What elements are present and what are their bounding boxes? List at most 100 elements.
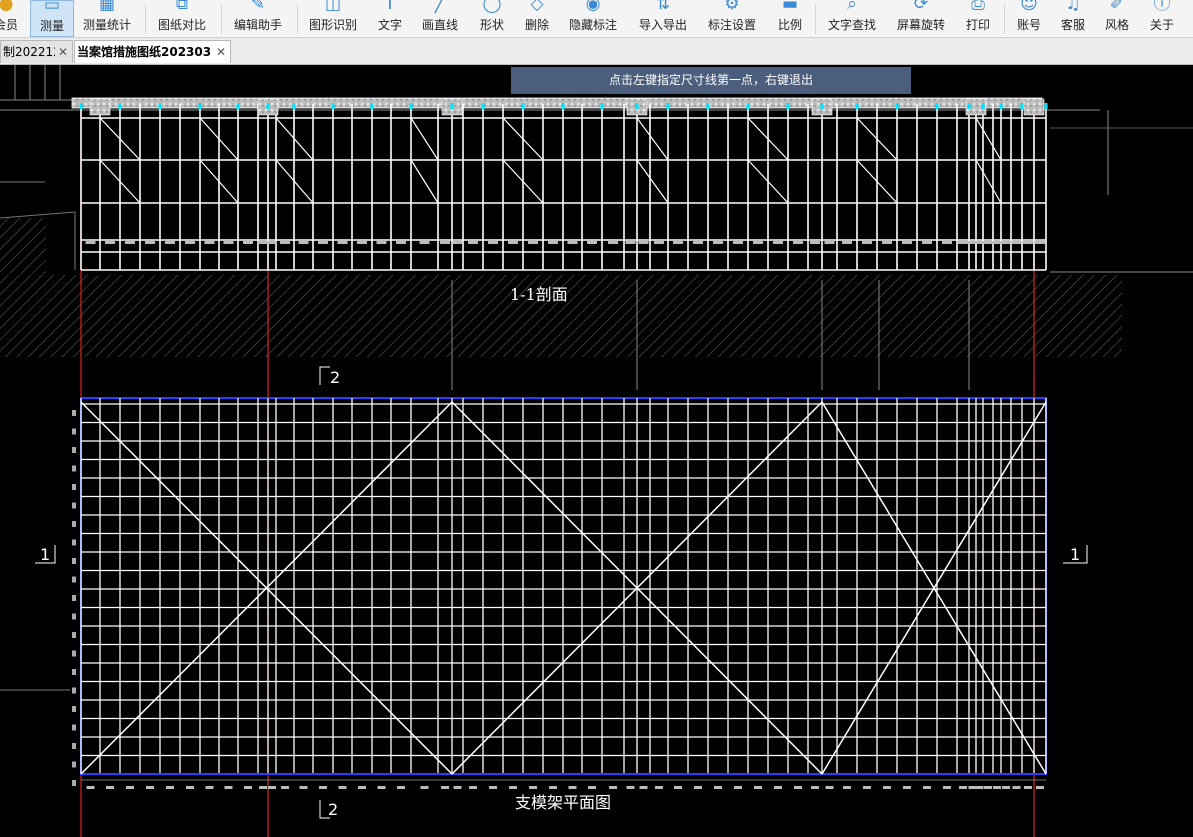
section-dimension-mark: [824, 241, 835, 244]
plan-dimension-mark: [1012, 786, 1021, 789]
toolbar-print-button[interactable]: ⎙ 打印: [958, 0, 998, 37]
toolbar-hide-annotations-button[interactable]: ◉ 隐藏标注: [562, 0, 624, 37]
plan-dimension-mark: [655, 786, 663, 789]
plan-dimension-mark: [268, 786, 276, 789]
plan-dimension-mark: [568, 786, 577, 789]
section-dimension-mark: [165, 241, 175, 244]
section-dimension-mark: [992, 241, 1002, 244]
tab-drawing-2[interactable]: 当案馆措施图纸202303 ✕: [74, 40, 231, 63]
plan-dimension-tick: [72, 687, 76, 694]
plan-dimension-tick: [72, 521, 76, 527]
toolbar-compare-button[interactable]: ⧉ 图纸对比: [152, 0, 212, 37]
section-dimension-mark: [810, 241, 820, 244]
section-jack-head: [409, 103, 413, 109]
plan-dimension-mark: [259, 786, 267, 789]
section-beam-block: [89, 98, 111, 116]
toolbar-delete-button[interactable]: ◇ 删除: [517, 0, 557, 37]
section-dimension-mark: [773, 241, 783, 244]
toolbar-separator: [815, 4, 816, 34]
toolbar-import-export-button[interactable]: ⇅ 导入导出: [632, 0, 694, 37]
plan-dimension-tick: [72, 613, 76, 620]
plan-dimension-tick: [72, 410, 76, 416]
line-icon: ╱: [434, 0, 446, 14]
section-dimension-mark: [85, 241, 96, 244]
toolbar-label: 屏幕旋转: [896, 18, 945, 32]
drawing-canvas[interactable]: 2 1 1 2 1-1剖面 支模架平面图: [0, 65, 1193, 837]
section-jack-head: [1044, 103, 1048, 109]
toolbar-scale-button[interactable]: ▬ 比例: [770, 0, 810, 37]
toolbar-annotation-settings-button[interactable]: ⚙ 标注设置: [701, 0, 763, 37]
plan-dimension-mark: [959, 786, 967, 789]
toolbar-separator: [145, 4, 146, 34]
plan-dimension-mark: [825, 786, 834, 789]
toolbar-edit-assistant-button[interactable]: ✎ 编辑助手: [228, 0, 288, 37]
toolbar-account-button[interactable]: ☺ 账号: [1010, 0, 1048, 37]
shape-recognize-icon: ◫: [324, 0, 342, 14]
toolbar-text-button[interactable]: T 文字: [370, 0, 410, 37]
section-jack-head: [635, 103, 639, 109]
section-jack-head: [895, 103, 899, 109]
toolbar-style-button[interactable]: ✐ 风格: [1098, 0, 1136, 37]
toolbar-shape-button[interactable]: ◯ 形状: [472, 0, 512, 37]
section-dimension-mark: [528, 241, 538, 244]
close-icon[interactable]: ✕: [216, 41, 226, 63]
tab-drawing-1[interactable]: 制20221229 ✕: [0, 40, 73, 63]
section-dimension-mark: [567, 241, 578, 244]
print-icon: ⎙: [971, 0, 985, 14]
toolbar-draw-line-button[interactable]: ╱ 画直线: [416, 0, 464, 37]
plan-dimension-tick: [72, 539, 76, 546]
plan-dimension-tick: [72, 650, 76, 657]
plan-dimension-mark: [549, 786, 557, 789]
section-beam-block: [1023, 98, 1045, 116]
section-jack-head: [370, 103, 374, 109]
toolbar-measure-button[interactable]: ▭ 测量: [30, 0, 74, 37]
toolbar-label: 客服: [1060, 18, 1085, 32]
section-jack-head: [600, 103, 604, 109]
toolbar-rotate-button[interactable]: ⟳ 屏幕旋转: [890, 0, 952, 37]
section-dimension-mark: [638, 241, 649, 244]
plan-dimension-tick: [72, 780, 76, 786]
plan-dimension-mark: [489, 786, 497, 789]
toolbar-support-button[interactable]: ♫ 客服: [1054, 0, 1092, 37]
section-dimension-mark: [713, 241, 723, 244]
toolbar-text-search-button[interactable]: ⌕ 文字查找: [822, 0, 882, 37]
plan-dimension-mark: [993, 786, 1001, 789]
document-tabbar: 制20221229 ✕ 当案馆措施图纸202303 ✕: [0, 38, 1193, 65]
command-hint-banner: 点击左键指定尺寸线第一点，右键退出: [511, 67, 911, 94]
toolbar-vip-button[interactable]: ● 会员: [0, 0, 20, 37]
section-dimension-mark: [419, 241, 430, 244]
plan-dimension-tick: [72, 595, 76, 601]
section-jack-head: [158, 103, 162, 109]
toolbar-separator: [297, 4, 298, 34]
close-icon[interactable]: ✕: [58, 41, 68, 63]
plan-dimension-mark: [106, 786, 114, 789]
plan-dimension-mark: [281, 786, 289, 789]
plan-dimension-mark: [863, 786, 871, 789]
toolbar: ● 会员 ▭ 测量 ▦ 测量统计 ⧉ 图纸对比 ✎ 编辑助手 ◫ 图形识别 T 文字 ╱ 画直线…: [0, 0, 1193, 38]
plan-dimension-mark: [883, 786, 891, 789]
toolbar-about-button[interactable]: ⓘ 关于: [1143, 0, 1181, 37]
section-dimension-mark: [862, 241, 872, 244]
toolbar-label: 关于: [1149, 18, 1174, 32]
section-dimension-mark: [733, 241, 743, 244]
plan-dimension-mark: [469, 786, 477, 789]
plan-dimension-tick: [72, 465, 76, 472]
plan-dimension-tick: [72, 447, 76, 453]
section-dimension-mark: [223, 241, 234, 244]
section-dimension-mark: [267, 241, 277, 244]
section-jack-head: [198, 103, 202, 109]
plan-dimension-tick: [72, 502, 76, 509]
section-jack-head: [79, 103, 83, 109]
section-marker-2-top: 2: [330, 368, 340, 387]
section-jack-head: [999, 103, 1003, 109]
section-dimension-mark: [753, 241, 763, 244]
text-search-icon: ⌕: [847, 0, 857, 14]
section-jack-head: [706, 103, 710, 109]
toolbar-label: 测量统计: [82, 18, 131, 32]
section-title: 1-1剖面: [510, 285, 568, 304]
toolbar-shape-recognize-button[interactable]: ◫ 图形识别: [302, 0, 364, 37]
plan-dimension-mark: [626, 786, 635, 789]
section-jack-head: [521, 103, 525, 109]
toolbar-measure-stats-button[interactable]: ▦ 测量统计: [78, 0, 136, 37]
section-dimension-mark: [902, 241, 912, 244]
